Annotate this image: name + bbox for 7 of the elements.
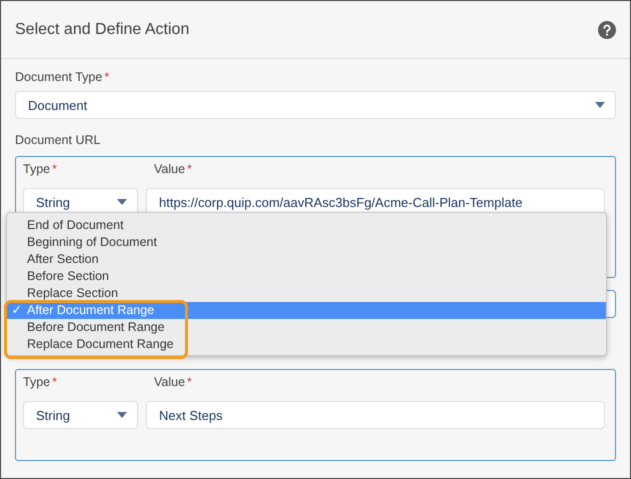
section-title: Select and Define Action — [15, 20, 190, 38]
field-label: Type * — [23, 162, 58, 176]
field-label: Document Type * — [15, 70, 110, 86]
field-label: Value * — [154, 162, 192, 176]
field-label: Type * — [23, 375, 58, 389]
field-label: Document URL — [15, 133, 102, 149]
field-label: Value * — [154, 375, 192, 389]
